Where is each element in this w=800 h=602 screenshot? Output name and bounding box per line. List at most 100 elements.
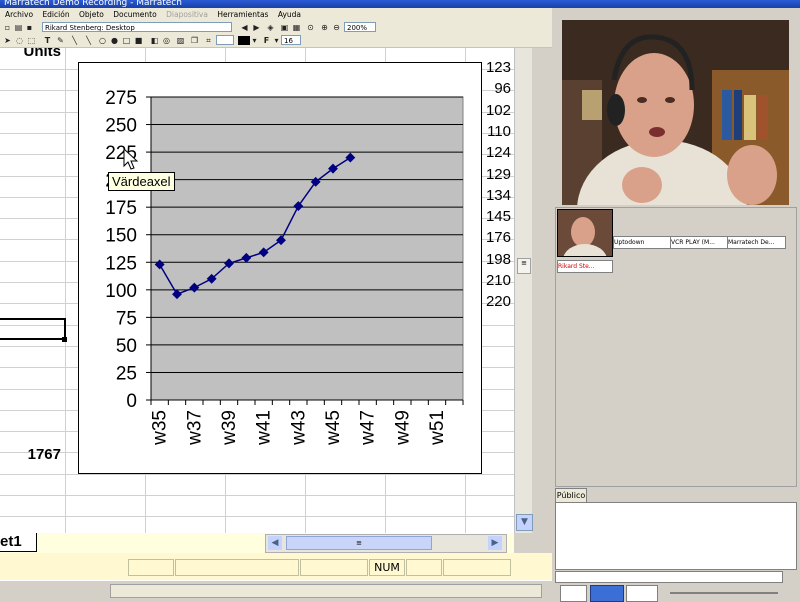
scroll-thumb[interactable]: ≡ [517, 258, 531, 274]
rectangle-outline-icon[interactable]: □ [122, 36, 131, 45]
y-tick-label: 125 [105, 253, 137, 274]
search-icon[interactable]: ⊙ [306, 23, 315, 32]
x-tick-label: w47 [358, 410, 379, 446]
participant-vcr-play[interactable]: VCR PLAY (M... [670, 236, 729, 249]
font-tool-icon[interactable]: F [262, 36, 271, 45]
lasso-icon[interactable]: ◌ [15, 36, 24, 45]
fill-handle[interactable] [62, 337, 67, 342]
main-toolbar: ▫ ▤ ▪ Rikard Stenberg: Desktop ◀ ▶ ◈ ▣ ▦… [0, 21, 552, 35]
volume-slider[interactable] [670, 592, 778, 594]
y-tick-label: 100 [105, 281, 137, 302]
video-feed [562, 20, 789, 205]
microphone-button[interactable] [626, 585, 658, 602]
crop-icon[interactable]: ⌗ [204, 36, 213, 45]
circle-outline-icon[interactable]: ○ [98, 36, 107, 45]
pen-icon[interactable]: ✎ [56, 36, 65, 45]
new-document-icon[interactable]: ▫ [3, 23, 12, 32]
camera-button[interactable] [560, 585, 587, 602]
y-tick-label: 25 [116, 363, 137, 384]
window-title: Marratech Demo Recording - Marratech [4, 0, 182, 8]
arrow-line-icon[interactable]: ╲ [84, 36, 93, 45]
x-tick-label: w39 [219, 410, 240, 446]
chart-area[interactable]: 0255075100125150175200225250275w35w37w39… [78, 62, 482, 474]
font-size-value: 16 [284, 37, 293, 45]
open-folder-icon[interactable]: ▤ [14, 23, 23, 32]
menu-item-diapositiva: Diapositiva [166, 10, 208, 19]
sheet-tab[interactable]: et1 [0, 533, 37, 552]
pointer-icon[interactable]: ➤ [3, 36, 12, 45]
scroll-left-icon[interactable]: ◀ [268, 536, 282, 550]
zoom-out-icon[interactable]: ⊖ [332, 23, 341, 32]
self-name-tag[interactable]: Rikard Ste... [557, 260, 613, 273]
num-lock-indicator: NUM [369, 559, 405, 576]
participant-marratech-demo-label: Marratech De... [728, 239, 775, 246]
x-tick-label: w35 [150, 410, 171, 446]
participant-marratech-demo[interactable]: Marratech De... [727, 236, 786, 249]
x-tick-label: w37 [184, 410, 205, 446]
participants-panel: Rikard Ste... Uptodown VCR PLAY (M... Ma… [555, 207, 797, 487]
document-select[interactable]: Rikard Stenberg: Desktop [42, 22, 232, 32]
line-icon[interactable]: ╲ [70, 36, 79, 45]
menu-item-herramientas[interactable]: Herramientas [217, 10, 268, 19]
chat-log[interactable] [555, 502, 797, 570]
chat-input[interactable] [555, 571, 783, 583]
color-swatch[interactable] [238, 36, 250, 45]
previous-arrow-icon[interactable]: ◀ [240, 23, 249, 32]
status-bar: NUM [0, 553, 552, 580]
sheet-tab-label: et1 [0, 533, 22, 550]
text-tool-icon[interactable]: T [43, 36, 52, 45]
horizontal-scrollbar[interactable]: ◀ ≡ ▶ [265, 534, 507, 553]
y-tick-label: 250 [105, 116, 137, 137]
vertical-scrollbar[interactable]: ≡ ▼ [514, 48, 533, 533]
self-thumbnail[interactable] [557, 209, 613, 276]
color-dropdown-icon[interactable]: ▾ [250, 36, 259, 45]
document-select-value: Rikard Stenberg: Desktop [45, 24, 135, 32]
self-name: Rikard Ste... [558, 263, 595, 270]
circle-filled-icon[interactable]: ● [110, 36, 119, 45]
menu-item-edicion[interactable]: Edición [42, 10, 69, 19]
h-scroll-thumb[interactable]: ≡ [286, 536, 432, 550]
next-arrow-icon[interactable]: ▶ [252, 23, 261, 32]
slide-icon[interactable]: ▣ [280, 23, 289, 32]
menu-item-archivo[interactable]: Archivo [5, 10, 33, 19]
sheet-tab-bar: et1 ◀ ≡ ▶ [0, 533, 514, 553]
x-tick-label: w45 [323, 410, 344, 446]
browser-icon[interactable]: ◈ [266, 23, 275, 32]
copy-icon[interactable]: ❐ [190, 36, 199, 45]
x-tick-label: w41 [254, 410, 275, 446]
y-tick-label: 50 [116, 336, 137, 357]
font-size-select[interactable]: 16 [281, 35, 301, 45]
grid-icon[interactable]: ▦ [292, 23, 301, 32]
stamp-icon[interactable]: ◎ [162, 36, 171, 45]
font-dropdown-icon[interactable]: ▾ [272, 36, 281, 45]
line-width-select[interactable] [216, 35, 234, 45]
participant-vcr-play-label: VCR PLAY (M... [671, 239, 715, 246]
y-tick-label: 75 [116, 308, 137, 329]
scroll-down-icon[interactable]: ▼ [516, 514, 533, 531]
speaker-button[interactable] [590, 585, 624, 602]
zoom-select[interactable]: 200% [344, 22, 376, 32]
eraser-icon[interactable]: ◧ [150, 36, 159, 45]
menu-item-objeto[interactable]: Objeto [79, 10, 104, 19]
x-tick-label: w51 [427, 410, 448, 446]
rectangle-filled-icon[interactable]: ■ [134, 36, 143, 45]
chat-tab-publico[interactable]: Público [555, 488, 587, 503]
presenter-video [562, 20, 789, 205]
image-icon[interactable]: ▨ [176, 36, 185, 45]
selection-rect-icon[interactable]: ⬚ [27, 36, 36, 45]
menu-item-ayuda[interactable]: Ayuda [278, 10, 301, 19]
x-tick-label: w43 [288, 410, 309, 446]
y-tick-label: 275 [105, 88, 137, 109]
menu-item-documento[interactable]: Documento [113, 10, 156, 19]
drawing-toolbar: ➤ ◌ ⬚ T ✎ ╲ ╲ ○ ● □ ■ ◧ ◎ ▨ ❐ ⌗ ▾ F ▾ 16 [0, 34, 552, 48]
zoom-in-icon[interactable]: ⊕ [320, 23, 329, 32]
save-icon[interactable]: ▪ [25, 23, 34, 32]
column-header-units: Units [23, 48, 62, 60]
chat-tab-label: Público [556, 491, 586, 500]
selected-cell[interactable] [0, 318, 66, 340]
tooltip: Värdeaxel [108, 172, 175, 191]
line-chart: 0255075100125150175200225250275w35w37w39… [105, 88, 464, 446]
participant-uptodown[interactable]: Uptodown [613, 236, 672, 249]
bottom-scroll-track[interactable] [110, 584, 542, 598]
scroll-right-icon[interactable]: ▶ [488, 536, 502, 550]
